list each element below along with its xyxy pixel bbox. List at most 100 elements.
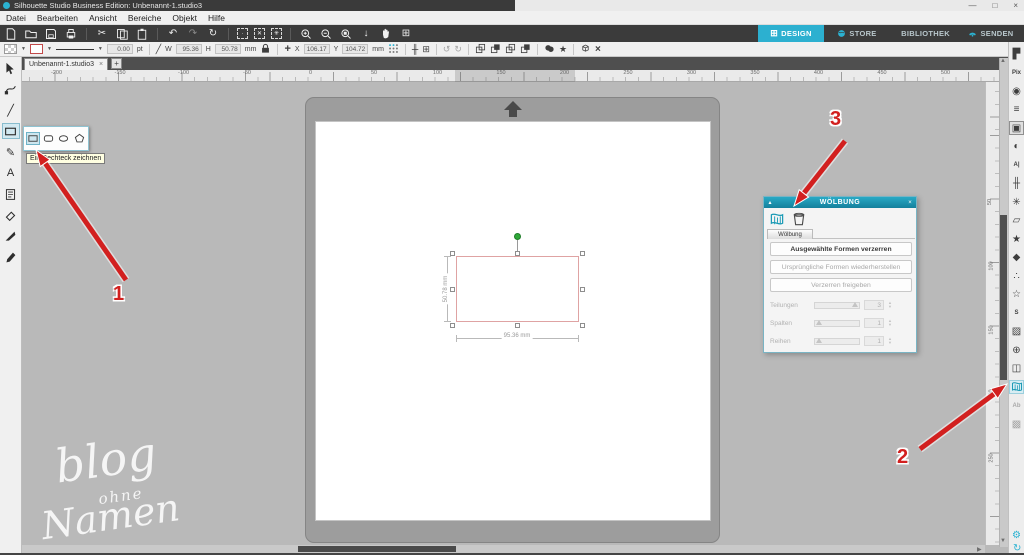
- fill-swatch[interactable]: [4, 44, 17, 54]
- sketch-icon[interactable]: S: [1010, 307, 1023, 319]
- select-tool[interactable]: [2, 60, 20, 76]
- line-style-icon[interactable]: ≡: [1010, 104, 1023, 116]
- offset-icon[interactable]: ★: [1010, 233, 1023, 245]
- rhinestone-icon[interactable]: ∴: [1010, 270, 1023, 282]
- deselect-button[interactable]: ✕: [254, 28, 265, 39]
- open-button[interactable]: [24, 27, 38, 41]
- tab-bibliothek[interactable]: BIBLIOTHEK: [890, 25, 958, 42]
- draw-tool[interactable]: ✎: [2, 144, 20, 160]
- selection-handle-w[interactable]: [450, 287, 455, 292]
- document-tab[interactable]: Unbenannt-1.studio3 ×: [24, 58, 108, 70]
- spalten-value-field[interactable]: 1: [864, 318, 884, 328]
- eyedropper-tool[interactable]: [2, 249, 20, 265]
- point-edit-tool[interactable]: [2, 81, 20, 97]
- selection-handle-e[interactable]: [580, 287, 585, 292]
- image-effects-icon[interactable]: ◐: [1010, 141, 1023, 153]
- text-tool[interactable]: A: [2, 165, 20, 181]
- maximize-button[interactable]: □: [992, 1, 997, 10]
- selection-handle-se[interactable]: [580, 323, 585, 328]
- transform-icon[interactable]: ╫: [1010, 178, 1023, 190]
- pattern-icon[interactable]: ▩: [1010, 418, 1023, 430]
- rectangle-tool[interactable]: [2, 123, 20, 139]
- y-position-field[interactable]: 104.72: [342, 44, 368, 54]
- release-distortion-button[interactable]: Verzerren freigeben: [770, 278, 912, 292]
- undo-button[interactable]: ↶: [166, 27, 180, 41]
- tab-senden[interactable]: SENDEN: [958, 25, 1024, 42]
- pixscan-icon[interactable]: Pix: [1010, 67, 1023, 79]
- zoom-drag-button[interactable]: ↓: [359, 27, 373, 41]
- designer-shapes-icon[interactable]: ☆: [1010, 289, 1023, 301]
- paste-button[interactable]: [135, 27, 149, 41]
- stamp-icon[interactable]: ◆: [1010, 252, 1023, 264]
- eraser-tool[interactable]: [2, 207, 20, 223]
- horizontal-scrollbar-thumb[interactable]: [298, 546, 456, 552]
- ellipse-shape[interactable]: [57, 132, 70, 145]
- threed-view-icon[interactable]: [580, 43, 591, 56]
- selection-handle-n[interactable]: [515, 251, 520, 256]
- rotation-handle[interactable]: [514, 233, 521, 240]
- anchor-grid-icon[interactable]: [388, 43, 399, 56]
- menu-ansicht[interactable]: Ansicht: [89, 13, 117, 23]
- print-button[interactable]: [64, 27, 78, 41]
- polygon-shape[interactable]: [73, 132, 86, 145]
- sync-icon[interactable]: ↻: [1013, 543, 1021, 554]
- fit-to-page-button[interactable]: ⊞: [399, 27, 413, 41]
- selection-handle-sw[interactable]: [450, 323, 455, 328]
- ungroup-icon[interactable]: [520, 43, 531, 56]
- note-tool[interactable]: [2, 186, 20, 202]
- scroll-up-icon[interactable]: ▲: [1000, 58, 1006, 64]
- selection-handle-s[interactable]: [515, 323, 520, 328]
- line-tool[interactable]: ╱: [2, 102, 20, 118]
- center-to-page-icon[interactable]: ⊞: [422, 44, 430, 55]
- line-color-swatch[interactable]: [30, 44, 43, 54]
- menu-bereiche[interactable]: Bereiche: [128, 13, 162, 23]
- woelbung-icon[interactable]: [1010, 381, 1023, 393]
- woelbung-panel-titlebar[interactable]: ▴ WÖLBUNG ×: [764, 197, 916, 208]
- selected-rectangle[interactable]: [456, 256, 579, 322]
- menu-hilfe[interactable]: Hilfe: [208, 13, 225, 23]
- line-style-preview[interactable]: [56, 49, 94, 50]
- spalten-spinner[interactable]: ▲▼: [888, 319, 892, 327]
- warp-icon[interactable]: Ab: [1010, 400, 1023, 412]
- rotate-left-icon[interactable]: ↺: [443, 44, 451, 55]
- horizontal-scrollbar[interactable]: [22, 545, 985, 553]
- minimize-button[interactable]: —: [968, 1, 976, 10]
- rectangle-shape[interactable]: [26, 132, 40, 145]
- spalten-slider[interactable]: [814, 320, 860, 327]
- line-color-dropdown-icon[interactable]: ▼: [47, 46, 52, 52]
- scroll-right-icon[interactable]: ▶: [977, 546, 982, 553]
- vertical-scrollbar-thumb[interactable]: [1000, 215, 1007, 380]
- selection-handle-ne[interactable]: [580, 251, 585, 256]
- document-tab-close-icon[interactable]: ×: [99, 61, 103, 68]
- fill-dropdown-icon[interactable]: ▼: [21, 46, 26, 52]
- reihen-spinner[interactable]: ▲▼: [888, 337, 892, 345]
- distort-flag-icon[interactable]: [768, 211, 785, 227]
- bring-forward-icon[interactable]: [475, 43, 486, 56]
- threed-icon[interactable]: ◫: [1010, 363, 1023, 375]
- gear-icon[interactable]: ⚙: [1012, 530, 1021, 541]
- select-all-button[interactable]: ✳: [271, 28, 282, 39]
- cut-button[interactable]: ✂: [95, 27, 109, 41]
- tab-store[interactable]: STORE: [824, 25, 890, 42]
- group-icon[interactable]: [505, 43, 516, 56]
- web-icon[interactable]: ⊕: [1010, 344, 1023, 356]
- panel-tab-woelbung[interactable]: Wölbung: [767, 229, 813, 239]
- line-style-dropdown-icon[interactable]: ▼: [98, 46, 103, 52]
- reihen-slider[interactable]: [814, 338, 860, 345]
- modify-icon[interactable]: ✳: [1010, 196, 1023, 208]
- menu-objekt[interactable]: Objekt: [172, 13, 197, 23]
- zoom-out-button[interactable]: [319, 27, 333, 41]
- height-field[interactable]: 50.78: [215, 44, 241, 54]
- lock-aspect-icon[interactable]: [260, 43, 271, 56]
- new-document-button[interactable]: [4, 27, 18, 41]
- fill-color-icon[interactable]: ◉: [1010, 85, 1023, 97]
- x-position-field[interactable]: 106.17: [304, 44, 330, 54]
- rotate-right-icon[interactable]: ↻: [454, 44, 462, 55]
- shading-icon[interactable]: ▨: [1010, 326, 1023, 338]
- knife-tool[interactable]: [2, 228, 20, 244]
- delete-icon[interactable]: ×: [595, 44, 601, 55]
- panel-collapse-icon[interactable]: ▴: [764, 199, 776, 206]
- text-style-icon[interactable]: A|: [1010, 159, 1023, 171]
- teilungen-spinner[interactable]: ▲▼: [888, 301, 892, 309]
- rounded-rectangle-shape[interactable]: [42, 132, 55, 145]
